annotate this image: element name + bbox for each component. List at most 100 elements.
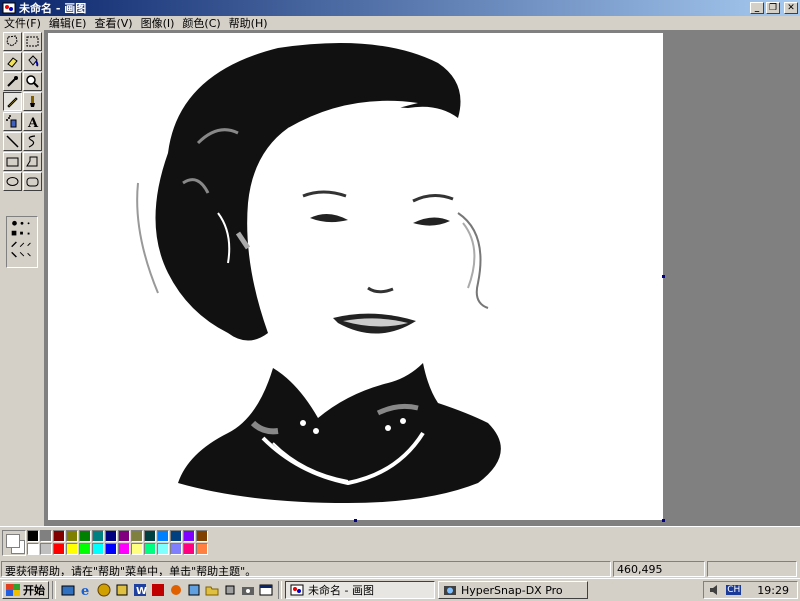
brush-tool[interactable] — [23, 92, 42, 111]
color-swatch[interactable] — [40, 530, 52, 542]
quicklaunch-explorer-icon[interactable] — [114, 582, 130, 598]
resize-handle-bottom[interactable] — [354, 519, 357, 522]
quicklaunch-paint-icon[interactable] — [168, 582, 184, 598]
foreground-color — [6, 534, 20, 548]
quicklaunch-tool-icon[interactable] — [222, 582, 238, 598]
color-swatch[interactable] — [131, 543, 143, 555]
free-select-tool[interactable] — [3, 32, 22, 51]
close-button[interactable]: ✕ — [784, 2, 798, 14]
rect-select-icon — [26, 36, 39, 47]
color-swatch[interactable] — [196, 530, 208, 542]
quicklaunch-app-icon[interactable] — [186, 582, 202, 598]
quicklaunch-desktop-icon[interactable] — [60, 582, 76, 598]
quicklaunch-word-icon[interactable]: W — [132, 582, 148, 598]
color-swatch[interactable] — [183, 530, 195, 542]
menu-colors[interactable]: 颜色(C) — [178, 15, 224, 31]
text-tool[interactable]: A — [23, 112, 42, 131]
paint-app-icon — [2, 2, 16, 14]
window-title: 未命名 - 画图 — [19, 2, 87, 15]
line-icon — [6, 135, 19, 148]
task-hypersnap[interactable]: HyperSnap-DX Pro — [438, 581, 588, 599]
airbrush-tool[interactable] — [3, 112, 22, 131]
quicklaunch-window-icon[interactable] — [258, 582, 274, 598]
rect-select-tool[interactable] — [23, 32, 42, 51]
quicklaunch-ie-icon[interactable]: e — [78, 582, 94, 598]
drawing-canvas[interactable] — [48, 33, 665, 522]
brush-icon — [30, 96, 35, 107]
status-coordinates: 460,495 — [613, 561, 705, 577]
task-paint[interactable]: 未命名 - 画图 — [285, 581, 435, 599]
color-swatch[interactable] — [105, 543, 117, 555]
quicklaunch-folder-icon[interactable] — [204, 582, 220, 598]
rounded-rect-tool[interactable] — [23, 172, 42, 191]
color-swatch[interactable] — [183, 543, 195, 555]
menu-edit[interactable]: 编辑(E) — [45, 15, 91, 31]
eraser-tool[interactable] — [3, 52, 22, 71]
ellipse-tool[interactable] — [3, 172, 22, 191]
color-swatch[interactable] — [144, 543, 156, 555]
portrait-sketch-image — [136, 43, 501, 503]
pencil-tool[interactable] — [3, 92, 22, 111]
color-box — [0, 526, 800, 559]
canvas-scroll-area[interactable] — [45, 30, 800, 526]
color-swatch[interactable] — [92, 543, 104, 555]
color-swatch[interactable] — [131, 530, 143, 542]
task-label: HyperSnap-DX Pro — [461, 583, 563, 597]
color-swatch[interactable] — [53, 530, 65, 542]
magnifier-tool[interactable] — [23, 72, 42, 91]
color-swatch[interactable] — [27, 530, 39, 542]
language-indicator[interactable]: CH — [726, 585, 742, 595]
color-swatch[interactable] — [53, 543, 65, 555]
polygon-tool[interactable] — [23, 152, 42, 171]
polygon-icon — [26, 156, 38, 167]
start-button[interactable]: 开始 — [2, 581, 49, 599]
color-picker-tool[interactable] — [3, 72, 22, 91]
windows-flag-icon — [6, 584, 20, 596]
color-swatch[interactable] — [170, 543, 182, 555]
quicklaunch-camera-icon[interactable] — [240, 582, 256, 598]
minimize-button[interactable]: _ — [750, 2, 764, 14]
color-swatch[interactable] — [157, 543, 169, 555]
menu-file[interactable]: 文件(F) — [0, 15, 45, 31]
menu-view[interactable]: 查看(V) — [90, 15, 136, 31]
color-swatch[interactable] — [105, 530, 117, 542]
restore-button[interactable]: ❐ — [766, 2, 780, 14]
text-a-icon: A — [27, 116, 39, 129]
taskbar: 开始 e W 未命名 - 画图 HyperSnap-DX Pro CH 19:2… — [0, 578, 800, 601]
color-swatch[interactable] — [79, 543, 91, 555]
color-swatch[interactable] — [118, 543, 130, 555]
color-palette — [27, 530, 209, 556]
color-swatch[interactable] — [79, 530, 91, 542]
status-bar: 要获得帮助，请在"帮助"菜单中，单击"帮助主题"。 460,495 — [0, 560, 800, 578]
volume-icon[interactable] — [708, 583, 722, 597]
color-swatch[interactable] — [27, 543, 39, 555]
resize-handle-right[interactable] — [662, 275, 665, 278]
brush-shape-options[interactable] — [6, 216, 38, 268]
color-swatch[interactable] — [40, 543, 52, 555]
color-swatch[interactable] — [118, 530, 130, 542]
color-swatch[interactable] — [66, 543, 78, 555]
magnifier-icon — [26, 75, 39, 88]
menu-image[interactable]: 图像(I) — [137, 15, 179, 31]
color-swatch[interactable] — [157, 530, 169, 542]
fill-tool[interactable] — [23, 52, 42, 71]
svg-text:e: e — [81, 584, 89, 597]
pencil-icon — [7, 97, 18, 108]
rectangle-tool[interactable] — [3, 152, 22, 171]
quicklaunch-outlook-icon[interactable] — [96, 582, 112, 598]
resize-handle-corner[interactable] — [662, 519, 665, 522]
line-tool[interactable] — [3, 132, 22, 151]
curve-tool[interactable] — [23, 132, 42, 151]
color-swatch[interactable] — [92, 530, 104, 542]
brush-shapes-icon — [11, 220, 31, 258]
quicklaunch-acrobat-icon[interactable] — [150, 582, 166, 598]
hypersnap-icon — [444, 586, 456, 595]
current-colors[interactable] — [2, 530, 26, 556]
menu-help[interactable]: 帮助(H) — [225, 15, 272, 31]
color-swatch[interactable] — [170, 530, 182, 542]
color-swatch[interactable] — [66, 530, 78, 542]
taskbar-separator-2 — [278, 581, 282, 599]
color-swatch[interactable] — [144, 530, 156, 542]
color-swatch[interactable] — [196, 543, 208, 555]
status-size — [707, 561, 797, 577]
